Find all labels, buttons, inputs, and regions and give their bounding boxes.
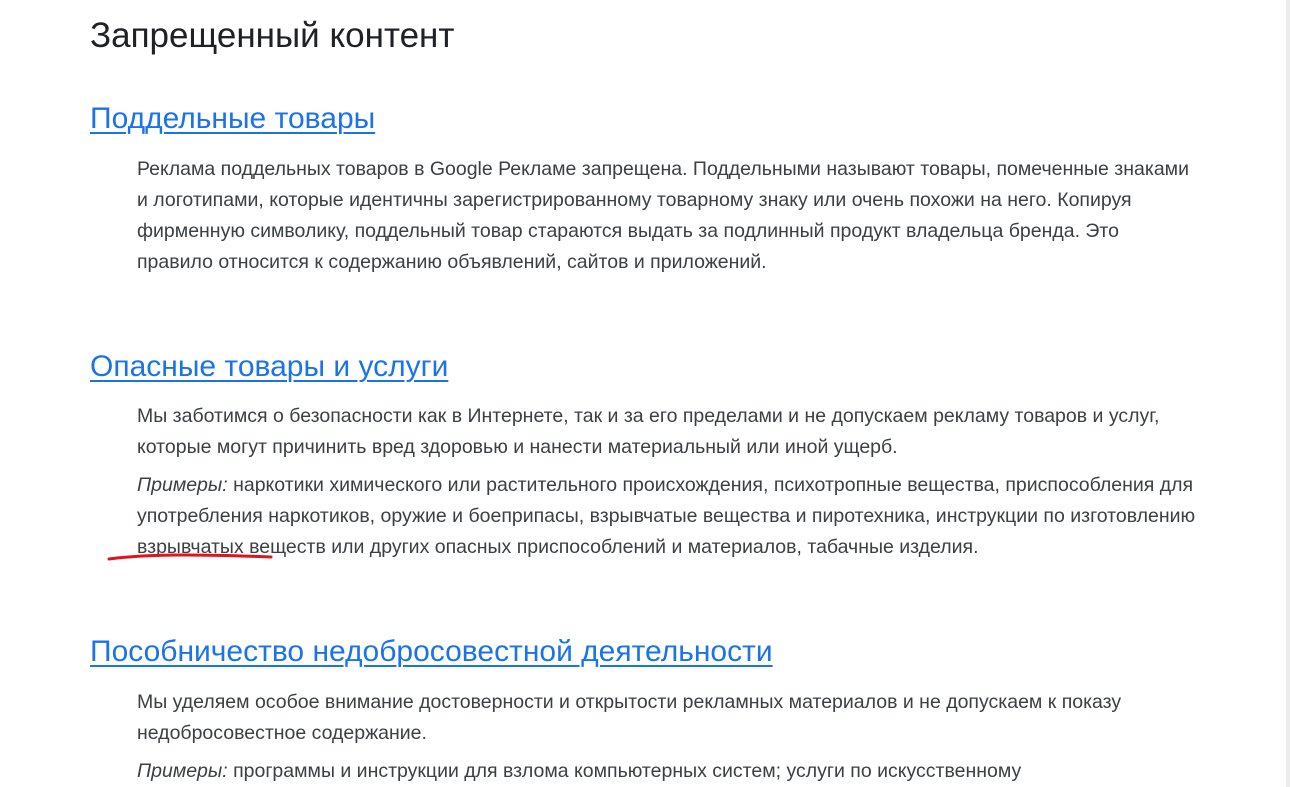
dishonest-description: Мы уделяем особое внимание достоверности… <box>137 691 1122 744</box>
dishonest-examples: Примеры: программы и инструкции для взло… <box>137 756 1197 787</box>
dishonest-behavior-link[interactable]: Пособничество недобросовестной деятельно… <box>90 635 773 668</box>
counterfeit-goods-link[interactable]: Поддельные товары <box>90 102 375 135</box>
examples-label: Примеры: <box>137 474 228 496</box>
examples-label: Примеры: <box>137 760 228 782</box>
dangerous-goods-link[interactable]: Опасные товары и услуги <box>90 350 448 383</box>
section-heading-counterfeit[interactable]: Поддельные товары <box>90 99 375 139</box>
red-underline-annotation <box>107 553 273 561</box>
examples-text: программы и инструкции для взлома компью… <box>227 760 1022 782</box>
dangerous-description: Мы заботимся о безопасности как в Интерн… <box>137 405 1160 458</box>
section-heading-dishonest[interactable]: Пособничество недобросовестной деятельно… <box>90 632 773 672</box>
page-title: Запрещенный контент <box>90 16 455 55</box>
counterfeit-description: Реклама поддельных товаров в Google Рекл… <box>137 158 1189 273</box>
highlighted-word-pyrotechnics: пиротехника <box>811 505 925 527</box>
section-heading-dangerous[interactable]: Опасные товары и услуги <box>90 347 448 387</box>
dangerous-examples: Примеры: наркотики химического или расти… <box>137 470 1197 563</box>
scrollbar-track[interactable] <box>1286 0 1290 787</box>
